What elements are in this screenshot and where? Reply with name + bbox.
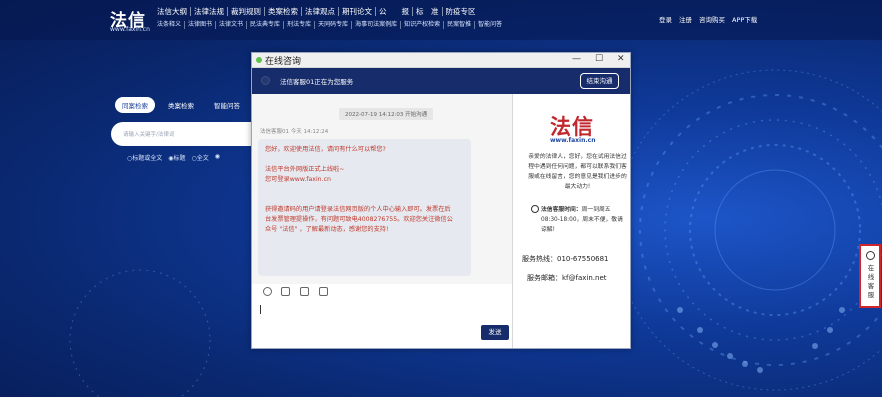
purchase-link[interactable]: 咨询购买 bbox=[699, 14, 725, 24]
main-nav: 法信大纲 法律法规 裁判规则 类案检索 法律观点 期刊论文 公 报 标 准 防疫… bbox=[154, 7, 479, 16]
nav-item[interactable]: 标 准 bbox=[413, 7, 443, 16]
message-line: 您可登录www.faxin.cn bbox=[265, 176, 331, 183]
search-option[interactable]: ○全文 bbox=[192, 153, 209, 162]
search-option[interactable]: ◉标题 bbox=[168, 153, 185, 162]
agent-avatar-icon bbox=[261, 76, 270, 85]
message-line: 众号 "法信" ，了解最新动态，感谢您的支持! bbox=[265, 226, 389, 233]
site-logo-url: www.faxin.cn bbox=[110, 26, 150, 33]
search-option[interactable]: ○标题或全文 bbox=[127, 153, 162, 162]
online-service-button[interactable]: 在线客服 bbox=[859, 244, 881, 308]
nav-item[interactable]: 防疫专区 bbox=[443, 7, 479, 16]
info-sidebar: 法信 www.faxin.cn 亲爱的法律人，您好，您在试用法信过程中遇到任何问… bbox=[513, 94, 630, 348]
search-tab-similar-case[interactable]: 类案检索 bbox=[161, 97, 201, 113]
nav-item[interactable]: 公 报 bbox=[376, 7, 413, 16]
sub-nav: 法条释义 法律图书 法律文书 民法典专库 刑法专库 天同码专库 海事司法案例库 … bbox=[154, 21, 505, 29]
service-phone: 服务热线：010-67550681 bbox=[522, 255, 609, 263]
nav-item[interactable]: 法律观点 bbox=[302, 7, 339, 16]
sender-meta: 法信客服01 今天 14:12:24 bbox=[260, 129, 329, 135]
service-email: 服务邮箱：kf@faxin.net bbox=[527, 274, 607, 282]
agent-message-bubble: 您好，欢迎使用法信，请问有什么可以帮您? 法信平台外网版正式上线啦~ 您可登录w… bbox=[258, 139, 471, 276]
subnav-item[interactable]: 法条释义 bbox=[154, 21, 186, 29]
search-tab-qa[interactable]: 智能问答 bbox=[207, 97, 247, 113]
register-link[interactable]: 注册 bbox=[679, 14, 692, 24]
message-line: 法信平台外网版正式上线啦~ bbox=[265, 166, 345, 173]
send-button[interactable]: 发送 bbox=[481, 325, 509, 340]
online-service-label: 在线客服 bbox=[867, 264, 875, 299]
subnav-item[interactable]: 海事司法案例库 bbox=[352, 21, 402, 29]
folder-icon[interactable] bbox=[300, 287, 309, 296]
chat-toolbar bbox=[252, 285, 512, 299]
search-tab-same-case[interactable]: 同案检索 bbox=[115, 97, 155, 113]
end-chat-button[interactable]: 结束沟通 bbox=[580, 73, 619, 89]
close-button[interactable]: ✕ bbox=[617, 54, 625, 64]
clock-icon bbox=[531, 205, 539, 213]
message-area[interactable]: 2022-07-19 14:12:03 开始沟通 法信客服01 今天 14:12… bbox=[252, 94, 512, 284]
service-hours: 法信客服时间：周一到周五08:30-18:00，周末不便，敬请谅解! bbox=[541, 205, 627, 235]
top-navigation-bar: 法信 www.faxin.cn 法信大纲 法律法规 裁判规则 类案检索 法律观点… bbox=[0, 0, 882, 40]
maximize-button[interactable]: ☐ bbox=[595, 54, 603, 64]
nav-item[interactable]: 法信大纲 bbox=[154, 7, 191, 16]
screenshot-icon[interactable] bbox=[319, 287, 328, 296]
search-tabs: 同案检索 类案检索 智能问答 bbox=[115, 97, 247, 113]
agent-status-text: 法信客服01正在为您服务 bbox=[280, 78, 354, 86]
message-input[interactable]: 发送 bbox=[252, 299, 512, 348]
text-caret bbox=[260, 305, 261, 314]
chat-window-title: 在线咨询 bbox=[265, 57, 302, 67]
service-hours-label: 法信客服时间： bbox=[541, 207, 582, 213]
subnav-item[interactable]: 法律文书 bbox=[216, 21, 248, 29]
user-links: 登录 注册 咨询购买 APP下载 bbox=[659, 14, 757, 24]
search-placeholder: 请输入关键字/法律词 bbox=[123, 132, 175, 138]
subnav-item[interactable]: 知识产权检索 bbox=[401, 21, 445, 29]
nav-item[interactable]: 裁判规则 bbox=[228, 7, 265, 16]
emoji-icon[interactable] bbox=[263, 287, 272, 296]
sidebar-intro: 亲爱的法律人，您好，您在试用法信过程中遇到任何问题，都可以联系我们客服或在线留言… bbox=[528, 154, 627, 190]
subnav-item[interactable]: 法律图书 bbox=[185, 21, 217, 29]
chat-header: 法信客服01正在为您服务 结束沟通 bbox=[252, 68, 630, 94]
app-download-link[interactable]: APP下载 bbox=[732, 14, 757, 24]
chat-bubble-icon bbox=[866, 251, 875, 260]
search-options: ○标题或全文 ◉标题 ○全文 ◉ bbox=[127, 153, 220, 162]
message-line: 台发票管理提操作，有问题可致电4008276755。欢迎您关注微信公 bbox=[265, 216, 453, 223]
chat-window: 在线咨询 — ☐ ✕ 法信客服01正在为您服务 结束沟通 2022-07-19 … bbox=[251, 52, 631, 349]
minimize-button[interactable]: — bbox=[572, 54, 581, 64]
search-option[interactable]: ◉ bbox=[215, 153, 220, 162]
message-line: 您好，欢迎使用法信，请问有什么可以帮您? bbox=[265, 146, 386, 153]
sidebar-url: www.faxin.cn bbox=[550, 137, 596, 144]
nav-item[interactable]: 法律法规 bbox=[191, 7, 228, 16]
nav-item[interactable]: 期刊论文 bbox=[339, 7, 376, 16]
subnav-item[interactable]: 民法典专库 bbox=[247, 21, 285, 29]
subnav-item[interactable]: 天同码专库 bbox=[315, 21, 353, 29]
subnav-item[interactable]: 民案智推 bbox=[444, 21, 476, 29]
chat-titlebar[interactable]: 在线咨询 — ☐ ✕ bbox=[252, 53, 630, 68]
message-line: 获得邀请码的用户请登录法信网页版的个人中心输入即可。发票在后 bbox=[265, 206, 451, 213]
subnav-item[interactable]: 刑法专库 bbox=[284, 21, 316, 29]
nav-item[interactable]: 类案检索 bbox=[265, 7, 302, 16]
login-link[interactable]: 登录 bbox=[659, 14, 672, 24]
image-icon[interactable] bbox=[281, 287, 290, 296]
online-status-icon bbox=[256, 57, 262, 63]
subnav-item[interactable]: 智能问答 bbox=[475, 21, 505, 29]
time-divider: 2022-07-19 14:12:03 开始沟通 bbox=[339, 108, 434, 120]
